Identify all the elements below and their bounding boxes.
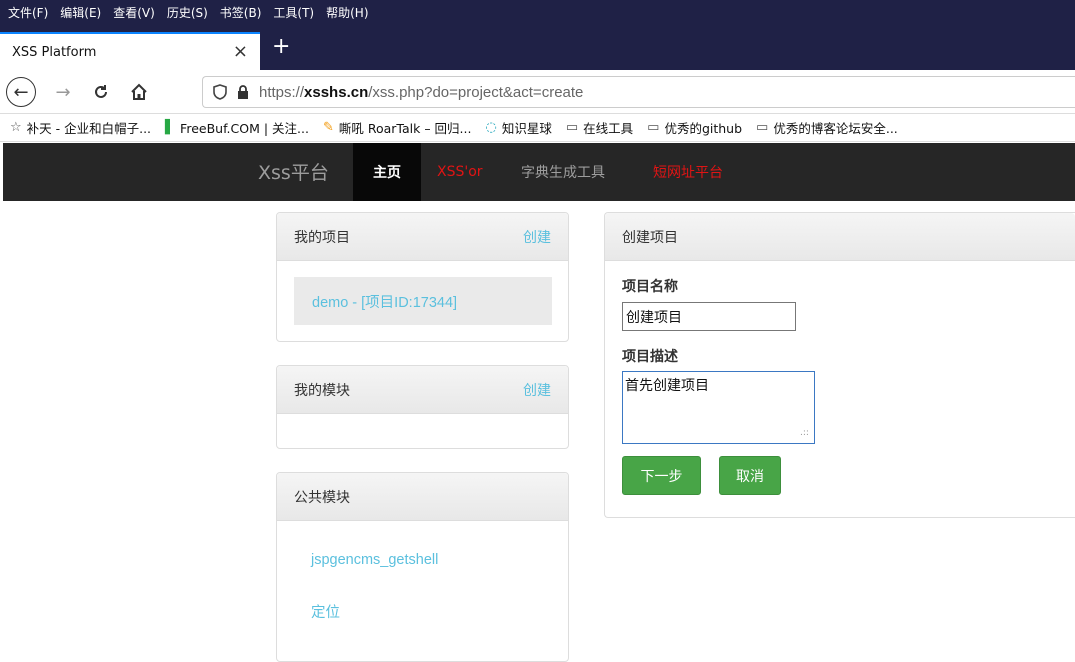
folder-icon: ▭ [756,120,769,135]
my-projects-panel: 我的项目 创建 demo - [项目ID:17344] [276,212,569,342]
panel-title: 公共模块 [294,489,350,506]
back-button[interactable]: ← [6,77,36,107]
panel-title: 我的项目 [294,229,350,246]
nav-short-url[interactable]: 短网址平台 [653,143,723,201]
url-text: https://xsshs.cn/xss.php?do=project&act=… [259,83,584,101]
close-tab-icon[interactable]: × [233,41,248,62]
panel-header: 我的项目 创建 [277,213,568,261]
project-desc-label: 项目描述 [622,349,678,365]
home-icon [131,83,147,100]
forward-button[interactable]: → [48,77,78,107]
roartalk-icon: ✎ [322,120,334,135]
tab-title: XSS Platform [12,44,97,60]
planet-icon: ◌ [485,120,497,135]
create-project-link[interactable]: 创建 [523,227,551,247]
menu-help[interactable]: 帮助(H) [326,4,368,21]
reload-button[interactable] [86,77,116,107]
menu-file[interactable]: 文件(F) [8,4,48,21]
project-item[interactable]: demo - [项目ID:17344] [294,277,552,325]
project-name-label: 项目名称 [622,279,678,295]
module-link[interactable]: jspgencms_getshell [311,552,438,568]
panel-title: 我的模块 [294,382,350,399]
resize-grip-icon[interactable]: .:: [800,428,809,438]
cancel-button[interactable]: 取消 [719,456,781,495]
create-module-link[interactable]: 创建 [523,380,551,400]
navigation-bar: ← → https://xsshs.cn/xss.php?do=project&… [0,70,1075,114]
shield-icon [213,84,227,100]
star-icon: ☆ [10,120,22,135]
bookmark-roartalk[interactable]: ✎ 嘶吼 RoarTalk – 回归... [323,118,472,137]
my-modules-panel: 我的模块 创建 [276,365,569,449]
site-brand[interactable]: Xss平台 [258,158,329,185]
reload-icon [95,85,107,98]
panel-header: 创建项目 [605,213,1075,261]
nav-home[interactable]: 主页 [353,143,421,201]
bookmarks-toolbar: ☆ 补天 - 企业和白帽子... ▌ FreeBuf.COM | 关注... ✎… [0,114,1075,142]
nav-xssor[interactable]: XSS'or [437,143,483,201]
menu-tools[interactable]: 工具(T) [273,4,314,21]
bookmark-zsxq[interactable]: ◌ 知识星球 [485,118,551,137]
address-bar[interactable]: https://xsshs.cn/xss.php?do=project&act=… [202,76,1075,108]
freebuf-icon: ▌ [165,120,176,135]
menu-bar: 文件(F) 编辑(E) 查看(V) 历史(S) 书签(B) 工具(T) 帮助(H… [0,0,1075,24]
bookmark-freebuf[interactable]: ▌ FreeBuf.COM | 关注... [165,118,309,137]
site-header: Xss平台 主页 XSS'or 字典生成工具 短网址平台 [3,143,1075,201]
home-button[interactable] [124,77,154,107]
tab-strip: XSS Platform × + [0,24,1075,70]
tab-xss-platform[interactable]: XSS Platform × [0,32,260,70]
nav-dict-generator[interactable]: 字典生成工具 [521,143,605,201]
menu-history[interactable]: 历史(S) [167,4,208,21]
bookmark-folder-online-tools[interactable]: ▭ 在线工具 [566,118,633,137]
module-link[interactable]: 定位 [311,601,340,622]
create-project-panel: 创建项目 项目名称 项目描述 首先创建项目 .:: 下一步 取消 [604,212,1075,518]
project-name-input[interactable] [622,302,796,331]
panel-header: 我的模块 创建 [277,366,568,414]
next-step-button[interactable]: 下一步 [622,456,701,495]
folder-icon: ▭ [647,120,660,135]
public-modules-panel: 公共模块 jspgencms_getshell 定位 [276,472,569,662]
lock-icon [238,85,248,99]
panel-header: 公共模块 [277,473,568,521]
menu-edit[interactable]: 编辑(E) [60,4,101,21]
bookmark-butian[interactable]: ☆ 补天 - 企业和白帽子... [10,118,151,137]
bookmark-folder-blogs[interactable]: ▭ 优秀的博客论坛安全... [756,118,898,137]
menu-bookmarks[interactable]: 书签(B) [220,4,262,21]
folder-icon: ▭ [565,120,579,135]
new-tab-button[interactable]: + [272,34,290,59]
panel-title: 创建项目 [622,229,678,246]
bookmark-folder-github[interactable]: ▭ 优秀的github [647,118,742,137]
project-desc-textarea[interactable]: 首先创建项目 [622,371,815,444]
menu-view[interactable]: 查看(V) [113,4,155,21]
